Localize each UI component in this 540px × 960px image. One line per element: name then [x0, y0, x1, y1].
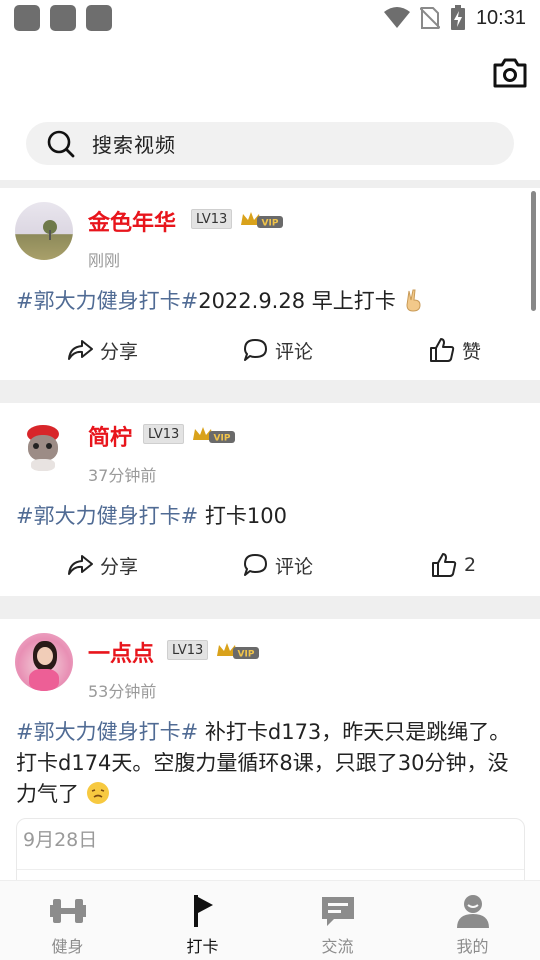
checkin-date: 9月28日	[23, 829, 98, 851]
post-card[interactable]: 简柠 LV13 VIP 37分钟前 #郭大力健身打卡# 打卡100 分享 评论 …	[0, 403, 528, 596]
nav-label: 我的	[456, 937, 489, 956]
status-bar: 10:31	[0, 0, 540, 36]
divider	[0, 380, 540, 403]
dumbbell-icon	[49, 899, 86, 923]
search-bar[interactable]: 搜索视频	[26, 122, 514, 165]
search-placeholder: 搜索视频	[92, 133, 176, 157]
divider	[17, 869, 524, 870]
notification-icon	[50, 5, 76, 31]
camera-icon	[493, 58, 527, 88]
username[interactable]: 金色年华	[88, 205, 176, 237]
hashtag-link[interactable]: #郭大力健身打卡#	[16, 504, 198, 528]
share-icon	[68, 555, 93, 575]
nav-profile[interactable]: 我的	[405, 881, 540, 960]
vip-label: VIP	[262, 219, 279, 229]
vip-crown-badge: VIP	[193, 427, 235, 444]
divider	[0, 596, 540, 619]
thumbs-up-icon	[432, 553, 457, 577]
post-text: 打卡100	[198, 504, 287, 528]
share-button[interactable]: 分享	[66, 336, 138, 364]
nav-community[interactable]: 交流	[270, 881, 405, 960]
share-button[interactable]: 分享	[66, 551, 138, 579]
clock: 10:31	[475, 6, 526, 29]
post-content[interactable]: #郭大力健身打卡# 补打卡d173，昨天只是跳绳了。打卡d174天。空腹力量循环…	[16, 717, 521, 810]
comment-label: 评论	[275, 555, 314, 578]
nav-label: 打卡	[186, 937, 219, 956]
app-screen: 10:31 搜索视频 金色年华 LV13 VIP 刚刚 #郭大力健身打卡#202…	[0, 0, 540, 960]
vip-crown-badge: VIP	[241, 212, 283, 229]
scrollbar[interactable]	[531, 191, 536, 311]
comment-icon	[244, 339, 267, 361]
level-badge: LV13	[143, 424, 185, 444]
comment-label: 评论	[275, 340, 314, 363]
like-button[interactable]: 赞	[428, 336, 481, 364]
nav-fitness[interactable]: 健身	[0, 881, 135, 960]
nav-label: 交流	[321, 937, 354, 956]
avatar[interactable]	[15, 417, 73, 475]
comment-icon	[244, 554, 267, 576]
vip-label: VIP	[214, 434, 231, 444]
vip-crown-badge: VIP	[217, 643, 259, 660]
thumbs-up-icon	[430, 338, 455, 362]
person-icon	[456, 895, 489, 928]
share-label: 分享	[100, 340, 139, 363]
nav-label: 健身	[51, 937, 84, 956]
chat-icon	[321, 897, 354, 926]
notification-icon	[14, 5, 40, 31]
post-card[interactable]: 金色年华 LV13 VIP 刚刚 #郭大力健身打卡#2022.9.28 早上打卡…	[0, 188, 528, 380]
wifi-icon	[383, 7, 410, 28]
bottom-nav: 健身 打卡 交流 我的	[0, 880, 540, 960]
share-icon	[68, 340, 93, 360]
comment-button[interactable]: 评论	[241, 551, 313, 579]
vip-label: VIP	[238, 650, 255, 660]
flag-icon	[193, 895, 213, 927]
avatar[interactable]	[15, 633, 73, 691]
nav-checkin[interactable]: 打卡	[135, 881, 270, 960]
tired-face-emoji-icon	[86, 782, 109, 804]
battery-charging-icon	[450, 5, 465, 30]
like-button[interactable]: 2	[430, 551, 476, 579]
post-time: 刚刚	[88, 251, 121, 270]
post-time: 37分钟前	[88, 466, 157, 485]
camera-button[interactable]	[492, 56, 528, 90]
username[interactable]: 简柠	[88, 420, 132, 452]
username[interactable]: 一点点	[88, 636, 154, 668]
hashtag-link[interactable]: #郭大力健身打卡#	[16, 289, 198, 313]
search-icon	[47, 130, 75, 157]
level-badge: LV13	[191, 209, 233, 229]
avatar[interactable]	[15, 202, 73, 260]
post-text: 2022.9.28 早上打卡	[198, 289, 396, 313]
no-sim-icon	[419, 7, 440, 29]
like-label: 赞	[462, 340, 482, 363]
divider	[0, 180, 540, 188]
hashtag-link[interactable]: #郭大力健身打卡#	[16, 720, 198, 744]
share-label: 分享	[100, 555, 139, 578]
post-time: 53分钟前	[88, 682, 157, 701]
level-badge: LV13	[167, 640, 209, 660]
comment-button[interactable]: 评论	[241, 336, 313, 364]
post-content[interactable]: #郭大力健身打卡# 打卡100	[16, 501, 521, 532]
post-content[interactable]: #郭大力健身打卡#2022.9.28 早上打卡	[16, 286, 521, 317]
victory-hand-emoji-icon	[406, 289, 421, 312]
like-count: 2	[464, 554, 477, 576]
notification-icon	[86, 5, 112, 31]
